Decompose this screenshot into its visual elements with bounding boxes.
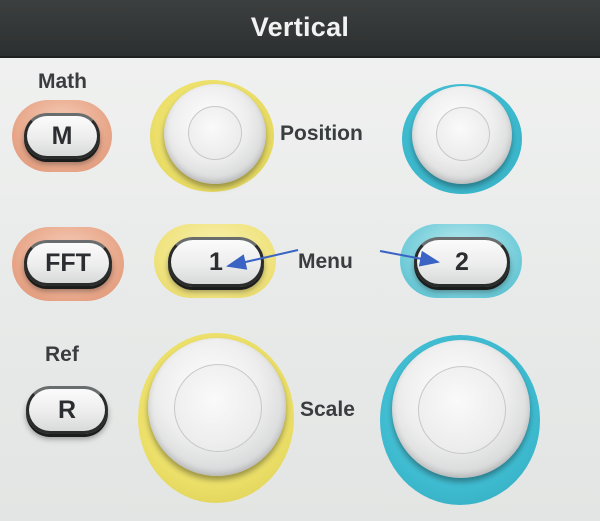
arrow-icon (226, 249, 299, 270)
vertical-control-panel: Vertical Math Ref M FFT R Position 1 2 M… (0, 0, 600, 521)
annotation-overlay (226, 249, 440, 270)
arrow-icon (379, 250, 440, 267)
